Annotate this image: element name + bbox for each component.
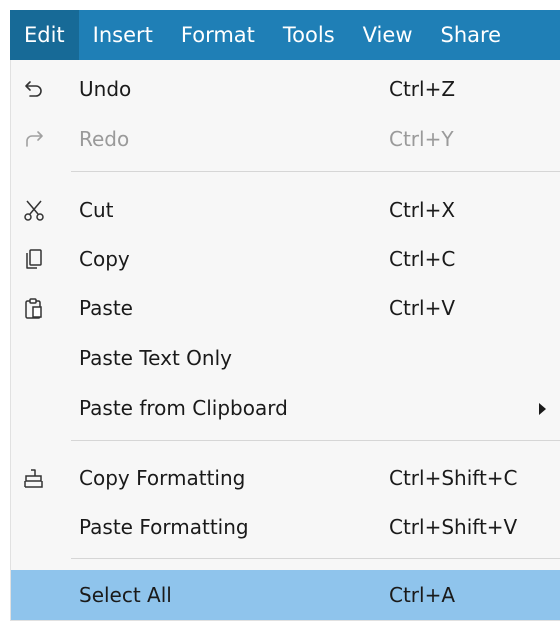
- menu-item-label: Cut: [79, 198, 114, 222]
- undo-icon: [25, 81, 42, 97]
- redo-icon: [26, 131, 43, 147]
- menu-view[interactable]: View: [349, 10, 427, 60]
- menu-item-label: Copy Formatting: [79, 466, 246, 490]
- clipboard-icon: [25, 298, 42, 319]
- scissors-icon: [24, 200, 44, 221]
- menu-item-label: Paste Text Only: [79, 346, 232, 370]
- menu-item-paste-formatting[interactable]: Paste Formatting Ctrl+Shift+V: [11, 502, 560, 552]
- menu-item-redo[interactable]: Redo Ctrl+Y: [11, 114, 560, 164]
- menu-separator: [71, 440, 560, 441]
- menu-item-shortcut: Ctrl+Z: [389, 77, 456, 101]
- menu-item-shortcut: Ctrl+Shift+V: [389, 515, 518, 539]
- menu-item-shortcut: Ctrl+Y: [389, 127, 454, 151]
- menu-item-label: Paste from Clipboard: [79, 396, 288, 420]
- menu-item-copy-formatting[interactable]: Copy Formatting Ctrl+Shift+C: [11, 453, 560, 503]
- menu-item-label: Redo: [79, 127, 130, 151]
- menu-item-copy[interactable]: Copy Ctrl+C: [11, 234, 560, 284]
- menu-item-label: Paste: [79, 296, 133, 320]
- menu-item-label: Copy: [79, 247, 130, 271]
- menu-item-label: Undo: [79, 77, 132, 101]
- menu-item-shortcut: Ctrl+V: [389, 296, 456, 320]
- menu-insert[interactable]: Insert: [79, 10, 167, 60]
- menu-item-paste-from-clipboard[interactable]: Paste from Clipboard: [11, 383, 560, 433]
- menu-separator: [71, 171, 560, 172]
- menu-item-shortcut: Ctrl+Shift+C: [389, 466, 518, 490]
- menu-item-undo[interactable]: Undo Ctrl+Z: [11, 64, 560, 114]
- app-window: Edit Insert Format Tools View Share Undo…: [0, 0, 560, 625]
- menu-edit[interactable]: Edit: [10, 10, 79, 60]
- submenu-arrow-icon: [539, 403, 546, 415]
- menu-item-label: Select All: [79, 583, 172, 607]
- menu-share[interactable]: Share: [427, 10, 516, 60]
- format-painter-icon: [24, 469, 43, 488]
- menu-item-paste-text-only[interactable]: Paste Text Only: [11, 333, 560, 383]
- menu-item-select-all[interactable]: Select All Ctrl+A: [11, 570, 560, 620]
- menu-item-shortcut: Ctrl+A: [389, 583, 456, 607]
- menu-format[interactable]: Format: [167, 10, 269, 60]
- edit-menu-dropdown: Undo Ctrl+Z Redo Ctrl+Y Cut Ctrl+X Copy …: [10, 60, 560, 621]
- menu-tools[interactable]: Tools: [269, 10, 349, 60]
- menu-item-label: Paste Formatting: [79, 515, 249, 539]
- menu-item-shortcut: Ctrl+X: [389, 198, 456, 222]
- menu-item-cut[interactable]: Cut Ctrl+X: [11, 185, 560, 235]
- copy-icon: [26, 249, 42, 269]
- menu-bar: Edit Insert Format Tools View Share: [10, 10, 560, 60]
- menu-item-paste[interactable]: Paste Ctrl+V: [11, 283, 560, 333]
- menu-item-shortcut: Ctrl+C: [389, 247, 456, 271]
- menu-separator: [71, 558, 560, 559]
